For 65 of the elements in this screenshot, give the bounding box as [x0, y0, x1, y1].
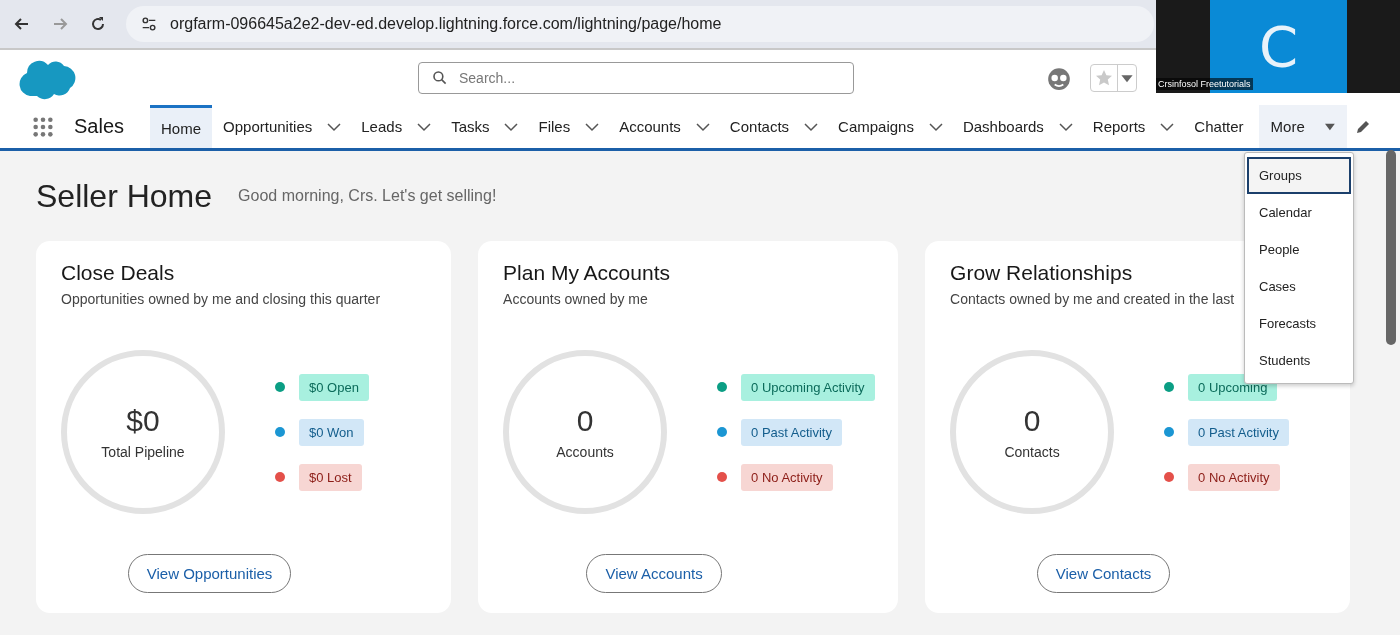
status-badge: 0 No Activity — [1188, 463, 1280, 491]
address-bar[interactable]: orgfarm-096645a2e2-dev-ed.develop.lightning.force.com/lightning/page/home — [126, 6, 1154, 42]
metric-value: 0 — [576, 404, 594, 438]
card-subtitle: Accounts owned by me — [503, 291, 649, 307]
view-button[interactable]: View Opportunities — [127, 554, 292, 593]
search-icon — [432, 70, 448, 86]
chevron-icon[interactable] — [417, 121, 432, 132]
status-badge: 0 Past Activity — [1188, 418, 1289, 446]
menu-item[interactable]: Forecasts — [1247, 305, 1351, 342]
chevron-icon[interactable] — [1160, 121, 1175, 132]
menu-item[interactable]: Cases — [1247, 268, 1351, 305]
status-badge: $0 Lost — [299, 463, 362, 491]
nav-tab[interactable]: Dashboards — [951, 105, 1055, 148]
status-badge: $0 Open — [299, 373, 369, 401]
nav-tab[interactable]: Files — [527, 105, 582, 148]
more-tab[interactable]: More — [1258, 105, 1347, 148]
nav-tab[interactable]: Opportunities — [212, 105, 324, 148]
chevron-icon[interactable] — [504, 121, 519, 132]
nav-tab[interactable]: Leads — [350, 105, 414, 148]
chevron-icon[interactable] — [695, 121, 710, 132]
webcam-caption: Crsinfosol Freetutorials — [1156, 78, 1253, 90]
search-field[interactable]: Search... — [418, 62, 854, 94]
menu-item[interactable]: People — [1247, 231, 1351, 268]
status-badge: 0 No Activity — [741, 463, 833, 491]
menu-item[interactable]: Calendar — [1247, 194, 1351, 231]
app-launcher-icon[interactable] — [32, 115, 54, 138]
url-text: orgfarm-096645a2e2-dev-ed.develop.lightning.force.com/lightning/page/home — [170, 15, 722, 33]
status-badge: 0 Past Activity — [741, 418, 842, 446]
caret-icon — [1324, 122, 1335, 131]
avatar-initial: C — [1258, 14, 1299, 79]
metric-value: $0 — [126, 404, 160, 438]
site-settings-icon[interactable] — [140, 15, 158, 33]
greeting-text: Good morning, Crs. Let's get selling! — [238, 187, 497, 205]
nav-tab[interactable]: Home — [150, 105, 213, 148]
scrollbar[interactable] — [1386, 150, 1396, 345]
chevron-icon[interactable] — [327, 121, 342, 132]
view-button[interactable]: View Accounts — [586, 554, 722, 593]
metric-label: Contacts — [1004, 444, 1060, 460]
menu-item[interactable]: Groups — [1247, 157, 1351, 194]
page-title: Seller Home — [36, 177, 213, 215]
edit-icon[interactable] — [1354, 118, 1371, 135]
metric-value: 0 — [1023, 404, 1041, 438]
metric-label: Accounts — [556, 444, 614, 460]
app-name: Sales — [74, 115, 125, 138]
card-subtitle: Opportunities owned by me and closing this quarter — [61, 291, 382, 307]
card-title: Plan My Accounts — [503, 261, 671, 285]
chevron-icon[interactable] — [1058, 121, 1073, 132]
status-badge: $0 Won — [299, 418, 364, 446]
nav-tab[interactable]: Chatter — [1183, 105, 1255, 148]
favorites-button[interactable] — [1090, 64, 1137, 92]
nav-tab[interactable]: Campaigns — [827, 105, 925, 148]
nav-tab[interactable]: Tasks — [440, 105, 501, 148]
metric-label: Total Pipeline — [101, 444, 185, 460]
chevron-icon[interactable] — [928, 121, 943, 132]
card-title: Grow Relationships — [950, 261, 1134, 285]
chevron-icon[interactable] — [804, 121, 819, 132]
status-badge: 0 Upcoming Activity — [741, 373, 875, 401]
nav-tab[interactable]: Reports — [1081, 105, 1157, 148]
card-subtitle: Contacts owned by me and created in the last — [950, 291, 1236, 307]
view-button[interactable]: View Contacts — [1036, 554, 1171, 593]
nav-tab[interactable]: Accounts — [608, 105, 692, 148]
card-title: Close Deals — [61, 261, 176, 285]
chevron-icon[interactable] — [585, 121, 600, 132]
mascot-icon[interactable] — [1046, 65, 1072, 91]
nav-tab[interactable]: Contacts — [718, 105, 801, 148]
